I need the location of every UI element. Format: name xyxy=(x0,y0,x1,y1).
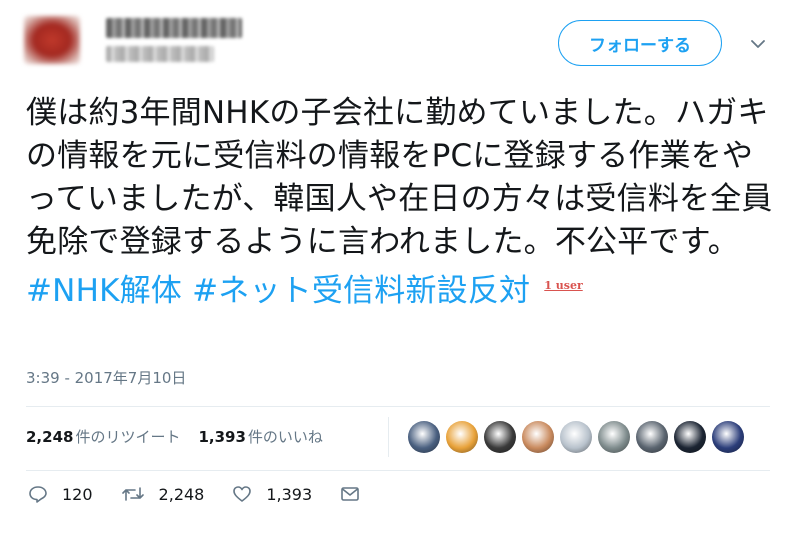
tweet-actions: 120 2,248 1,393 xyxy=(28,484,402,504)
liker-avatar-8[interactable] xyxy=(674,421,706,453)
retweet-icon xyxy=(121,487,144,501)
like-stat-count: 1,393 xyxy=(198,428,246,446)
hashtag-net-jushinryo[interactable]: #ネット受信料新設反対 xyxy=(192,273,530,309)
liker-avatar-9[interactable] xyxy=(712,421,744,453)
chevron-down-icon[interactable] xyxy=(748,34,768,54)
engagement-stats: 2,248 件のリツイート 1,393 件のいいね xyxy=(26,426,341,447)
retweet-stat[interactable]: 2,248 件のリツイート xyxy=(26,426,180,447)
author-name-redacted[interactable] xyxy=(106,18,242,38)
author-avatar[interactable] xyxy=(24,16,80,64)
liker-avatar-2[interactable] xyxy=(446,421,478,453)
divider-top xyxy=(26,406,770,407)
follow-button[interactable]: フォローする xyxy=(558,20,722,66)
user-count-badge[interactable]: 1 user xyxy=(544,264,582,307)
liker-avatar-6[interactable] xyxy=(598,421,630,453)
tweet-text: 僕は約3年間NHKの子会社に勤めていました。ハガキの情報を元に受信料の情報をPC… xyxy=(26,92,776,313)
reply-button[interactable]: 120 xyxy=(28,484,93,504)
hashtag-nhk-kaitai[interactable]: #NHK解体 xyxy=(26,273,182,309)
tweet-timestamp[interactable]: 3:39 - 2017年7月10日 xyxy=(26,367,186,388)
retweet-count: 2,248 xyxy=(158,484,205,504)
liker-avatar-4[interactable] xyxy=(522,421,554,453)
liker-avatar-7[interactable] xyxy=(636,421,668,453)
like-button[interactable]: 1,393 xyxy=(232,484,312,504)
heart-icon xyxy=(233,486,252,502)
tweet-header: フォローする xyxy=(0,0,796,80)
like-stat[interactable]: 1,393 件のいいね xyxy=(198,426,322,447)
liker-avatar-3[interactable] xyxy=(484,421,516,453)
stats-separator xyxy=(388,417,389,457)
tweet-body: 僕は約3年間NHKの子会社に勤めていました。ハガキの情報を元に受信料の情報をPC… xyxy=(26,95,773,260)
liker-avatars xyxy=(408,421,750,453)
retweet-button[interactable]: 2,248 xyxy=(121,484,205,504)
retweet-stat-count: 2,248 xyxy=(26,428,74,446)
reply-icon xyxy=(29,486,47,503)
divider-bottom xyxy=(26,470,770,471)
direct-message-button[interactable] xyxy=(340,485,374,503)
retweet-stat-label: 件のリツイート xyxy=(75,428,181,446)
envelope-icon xyxy=(341,487,359,501)
like-count: 1,393 xyxy=(266,484,313,504)
reply-count: 120 xyxy=(62,484,93,504)
author-handle-redacted[interactable] xyxy=(106,46,214,62)
liker-avatar-1[interactable] xyxy=(408,421,440,453)
like-stat-label: 件のいいね xyxy=(247,428,323,446)
liker-avatar-5[interactable] xyxy=(560,421,592,453)
